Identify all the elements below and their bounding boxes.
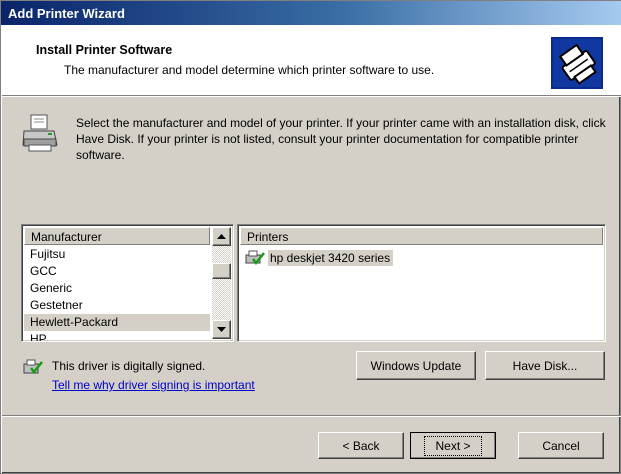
arrow-down-icon bbox=[217, 326, 226, 332]
printers-listbox[interactable]: Printers hp deskjet 3420 series bbox=[237, 224, 606, 342]
page-subtitle: The manufacturer and model determine whi… bbox=[64, 63, 435, 77]
printer-icon bbox=[22, 114, 58, 152]
add-printer-wizard-window: Add Printer Wizard Install Printer Softw… bbox=[0, 0, 621, 474]
back-button[interactable]: < Back bbox=[318, 432, 404, 459]
page-title: Install Printer Software bbox=[36, 43, 173, 57]
windows-update-button[interactable]: Windows Update bbox=[356, 351, 476, 380]
window-title: Add Printer Wizard bbox=[8, 6, 125, 21]
next-button[interactable]: Next > bbox=[410, 432, 496, 459]
driver-signed-status: This driver is digitally signed. bbox=[52, 359, 206, 373]
back-label: < Back bbox=[342, 438, 380, 453]
list-item-selected[interactable]: Hewlett-Packard bbox=[24, 314, 210, 331]
intro-text: Select the manufacturer and model of you… bbox=[76, 116, 606, 162]
list-item[interactable]: GCC bbox=[24, 263, 210, 280]
list-item[interactable]: Generic bbox=[24, 280, 210, 297]
printer-wizard-icon bbox=[551, 37, 603, 89]
footer-divider bbox=[2, 415, 621, 417]
have-disk-label: Have Disk... bbox=[512, 358, 578, 373]
list-item-selected[interactable]: hp deskjet 3420 series bbox=[245, 248, 394, 267]
have-disk-button[interactable]: Have Disk... bbox=[485, 351, 605, 380]
windows-update-label: Windows Update bbox=[370, 358, 462, 373]
manufacturer-list: Fujitsu GCC Generic Gestetner Hewlett-Pa… bbox=[24, 246, 210, 341]
cancel-button[interactable]: Cancel bbox=[518, 432, 604, 459]
scroll-up-button[interactable] bbox=[212, 227, 231, 246]
scroll-down-button[interactable] bbox=[212, 320, 231, 339]
printers-column-header[interactable]: Printers bbox=[240, 227, 603, 245]
title-bar[interactable]: Add Printer Wizard bbox=[1, 1, 621, 25]
list-item[interactable]: Fujitsu bbox=[24, 246, 210, 263]
manufacturer-listbox[interactable]: Manufacturer Fujitsu GCC Generic Gestetn… bbox=[21, 224, 234, 342]
scroll-thumb[interactable] bbox=[212, 263, 231, 279]
list-item[interactable]: HP bbox=[24, 331, 210, 341]
arrow-up-icon bbox=[217, 233, 226, 239]
signed-driver-icon bbox=[23, 359, 43, 375]
wizard-header: Install Printer Software The manufacture… bbox=[2, 25, 621, 97]
manufacturer-scrollbar[interactable] bbox=[212, 227, 231, 339]
next-label: Next > bbox=[424, 435, 482, 456]
cancel-label: Cancel bbox=[542, 438, 580, 453]
driver-signing-link[interactable]: Tell me why driver signing is important bbox=[52, 378, 255, 392]
signed-printer-icon bbox=[245, 250, 265, 265]
manufacturer-column-header[interactable]: Manufacturer bbox=[24, 227, 210, 245]
list-item[interactable]: Gestetner bbox=[24, 297, 210, 314]
printer-model-label: hp deskjet 3420 series bbox=[268, 249, 394, 266]
